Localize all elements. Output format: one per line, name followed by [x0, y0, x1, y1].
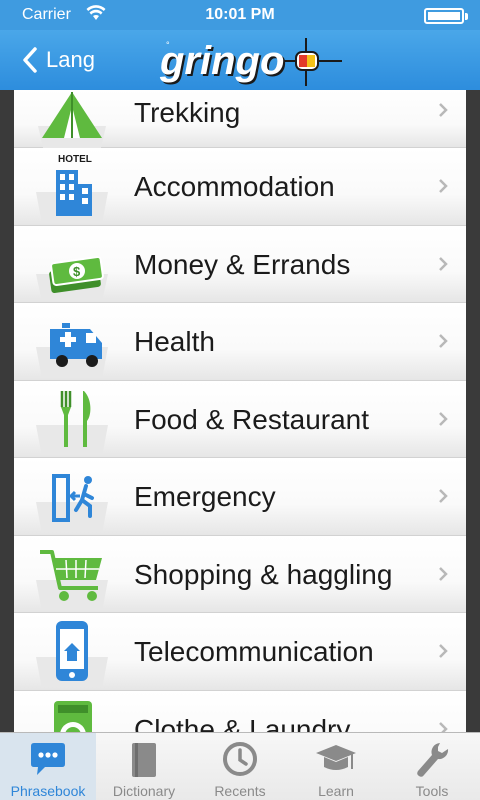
battery-icon [424, 8, 464, 24]
chevron-right-icon [439, 179, 448, 193]
chevron-right-icon [439, 103, 448, 117]
chevron-left-icon [23, 47, 37, 73]
chevron-right-icon [439, 644, 448, 658]
chat-bubble-icon [31, 743, 65, 775]
item-label: Health [134, 326, 215, 357]
list-item-shopping[interactable]: Shopping & haggling [14, 535, 466, 613]
item-label: Emergency [134, 481, 276, 512]
chevron-right-icon [439, 411, 448, 426]
list-item-accommodation[interactable]: HOTEL Accommodation [14, 148, 466, 226]
washing-machine-icon [54, 700, 92, 732]
gringo-logo: gringo gringo ° [159, 38, 342, 86]
money-icon: $ [36, 255, 108, 300]
back-button[interactable]: Lang [22, 42, 95, 78]
hotel-badge: HOTEL [58, 154, 92, 165]
tab-label: Tools [415, 783, 449, 799]
tab-label: Learn [318, 783, 354, 799]
tab-learn[interactable]: Learn [288, 733, 384, 800]
tab-label: Phrasebook [10, 783, 86, 799]
item-label: Shopping & haggling [134, 558, 393, 590]
clock-icon [223, 742, 257, 776]
navigation-bar: Lang gringo gringo ° [0, 30, 480, 90]
chevron-right-icon [439, 566, 448, 581]
battery-cap [465, 13, 468, 20]
tab-label: Dictionary [112, 783, 176, 799]
graduation-cap-icon [316, 745, 356, 770]
item-label: Accommodation [134, 171, 335, 202]
back-label: Lang [46, 47, 95, 72]
cart-icon [36, 549, 108, 610]
item-label: Telecommunication [134, 636, 374, 667]
tab-tools[interactable]: Tools [384, 733, 480, 800]
status-time: 10:01 PM [205, 6, 275, 23]
wrench-icon [417, 743, 449, 777]
tab-phrasebook[interactable]: Phrasebook [0, 733, 96, 800]
tent-icon [38, 92, 106, 152]
list-item-health[interactable]: Health [14, 303, 466, 381]
item-label: Clothe & Laundry [134, 713, 351, 733]
item-label: Money & Errands [134, 248, 351, 280]
exit-icon [36, 474, 108, 532]
tab-dictionary[interactable]: Dictionary [96, 733, 192, 800]
chevron-right-icon [439, 256, 448, 271]
status-bar: Carrier 10:01 PM [0, 0, 480, 30]
fork-knife-icon [36, 390, 108, 455]
list-item-emergency[interactable]: Emergency [14, 458, 466, 536]
list-item-food[interactable]: Food & Restaurant [14, 380, 466, 458]
item-label: Food & Restaurant [134, 403, 370, 435]
phrasebook-category-list[interactable]: Trekking HOTEL Accommodation $ Money & E… [14, 90, 466, 732]
item-label: Trekking [134, 97, 241, 128]
svg-text:$: $ [73, 264, 81, 279]
chevron-right-icon [439, 721, 448, 732]
book-icon [132, 743, 156, 777]
tab-bar: Phrasebook Dictionary Recents Learn Tool… [0, 732, 480, 800]
list-item-laundry[interactable]: Clothe & Laundry [14, 690, 466, 733]
tab-recents[interactable]: Recents [192, 733, 288, 800]
tab-label: Recents [214, 783, 266, 799]
svg-text:gringo: gringo [159, 39, 284, 83]
list-item-trekking[interactable]: Trekking [14, 90, 466, 152]
chevron-right-icon [439, 334, 448, 348]
phone-icon [36, 621, 108, 687]
list-item-telecommunication[interactable]: Telecommunication [14, 613, 466, 691]
list-item-money[interactable]: $ Money & Errands [14, 225, 466, 303]
chevron-right-icon [439, 489, 448, 503]
ambulance-icon [36, 323, 108, 377]
svg-text:°: ° [166, 40, 170, 50]
